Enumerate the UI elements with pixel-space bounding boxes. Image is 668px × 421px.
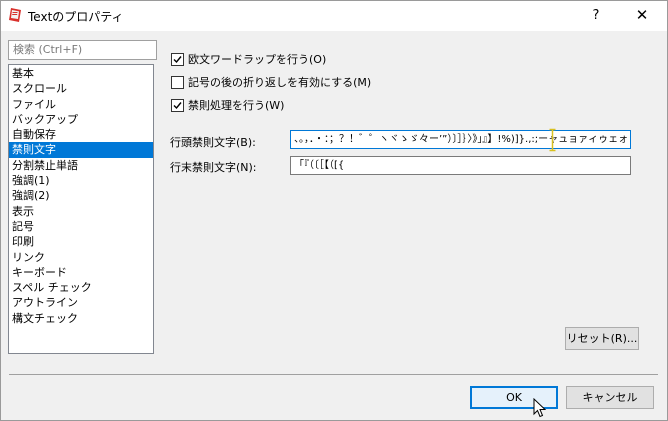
- help-button[interactable]: ?: [574, 0, 618, 31]
- sidebar-item-syntax-check[interactable]: 構文チェック: [9, 311, 153, 326]
- hanging-punct-checkbox[interactable]: [171, 75, 184, 89]
- window-title: Textのプロパティ: [28, 10, 124, 24]
- sidebar-item-display[interactable]: 表示: [9, 204, 153, 219]
- sidebar-item-backup[interactable]: バックアップ: [9, 112, 153, 127]
- sidebar-item-nobreak-words[interactable]: 分割禁止単語: [9, 158, 153, 173]
- title-bar: Textのプロパティ ? ✕: [0, 0, 668, 31]
- line-end-input[interactable]: 「『（〔［【（[{: [290, 156, 631, 175]
- sidebar-item-keyboard[interactable]: キーボード: [9, 265, 153, 280]
- text-cursor-icon: [549, 128, 556, 152]
- sidebar-item-file[interactable]: ファイル: [9, 97, 153, 112]
- kinsoku-option[interactable]: 禁則処理を行う(W): [171, 97, 284, 113]
- hanging-punct-option[interactable]: 記号の後の折り返しを有効にする(M): [171, 74, 371, 90]
- sidebar-item-scroll[interactable]: スクロール: [9, 81, 153, 96]
- sidebar-item-emphasis-1[interactable]: 強調(1): [9, 173, 153, 188]
- category-list[interactable]: 基本 スクロール ファイル バックアップ 自動保存 禁則文字 分割禁止単語 強調…: [8, 64, 154, 354]
- checkmark-icon: [173, 101, 182, 109]
- kinsoku-checkbox[interactable]: [171, 98, 184, 112]
- sidebar-item-link[interactable]: リンク: [9, 250, 153, 265]
- cancel-button[interactable]: キャンセル: [566, 386, 654, 409]
- word-wrap-label: 欧文ワードラップを行う(O): [188, 53, 327, 66]
- sidebar-item-print[interactable]: 印刷: [9, 234, 153, 249]
- mouse-cursor-icon: [533, 398, 547, 418]
- sidebar-item-kinsoku[interactable]: 禁則文字: [9, 142, 153, 158]
- sidebar-item-autosave[interactable]: 自動保存: [9, 127, 153, 142]
- checkmark-icon: [173, 55, 182, 63]
- close-button[interactable]: ✕: [620, 0, 664, 31]
- sidebar-item-basic[interactable]: 基本: [9, 66, 153, 81]
- reset-button[interactable]: リセット(R)...: [565, 327, 639, 350]
- line-start-input[interactable]: 、。，．・：；？！゛゜ヽヾゝゞ々ー’”）〕］｝〉》」』】!%)]}.,:;ーャュ…: [290, 130, 631, 149]
- kinsoku-label: 禁則処理を行う(W): [188, 99, 285, 112]
- sidebar-item-emphasis-2[interactable]: 強調(2): [9, 188, 153, 203]
- sidebar-item-outline[interactable]: アウトライン: [9, 295, 153, 310]
- app-icon: [9, 8, 21, 22]
- sidebar-item-spellcheck[interactable]: スペル チェック: [9, 280, 153, 295]
- line-start-label: 行頭禁則文字(B):: [170, 136, 256, 149]
- hanging-punct-label: 記号の後の折り返しを有効にする(M): [188, 76, 372, 89]
- line-end-label: 行末禁則文字(N):: [170, 161, 257, 174]
- word-wrap-checkbox[interactable]: [171, 52, 184, 66]
- word-wrap-option[interactable]: 欧文ワードラップを行う(O): [171, 51, 326, 67]
- separator: [9, 374, 658, 375]
- search-input[interactable]: [8, 40, 157, 60]
- sidebar-item-symbols[interactable]: 記号: [9, 219, 153, 234]
